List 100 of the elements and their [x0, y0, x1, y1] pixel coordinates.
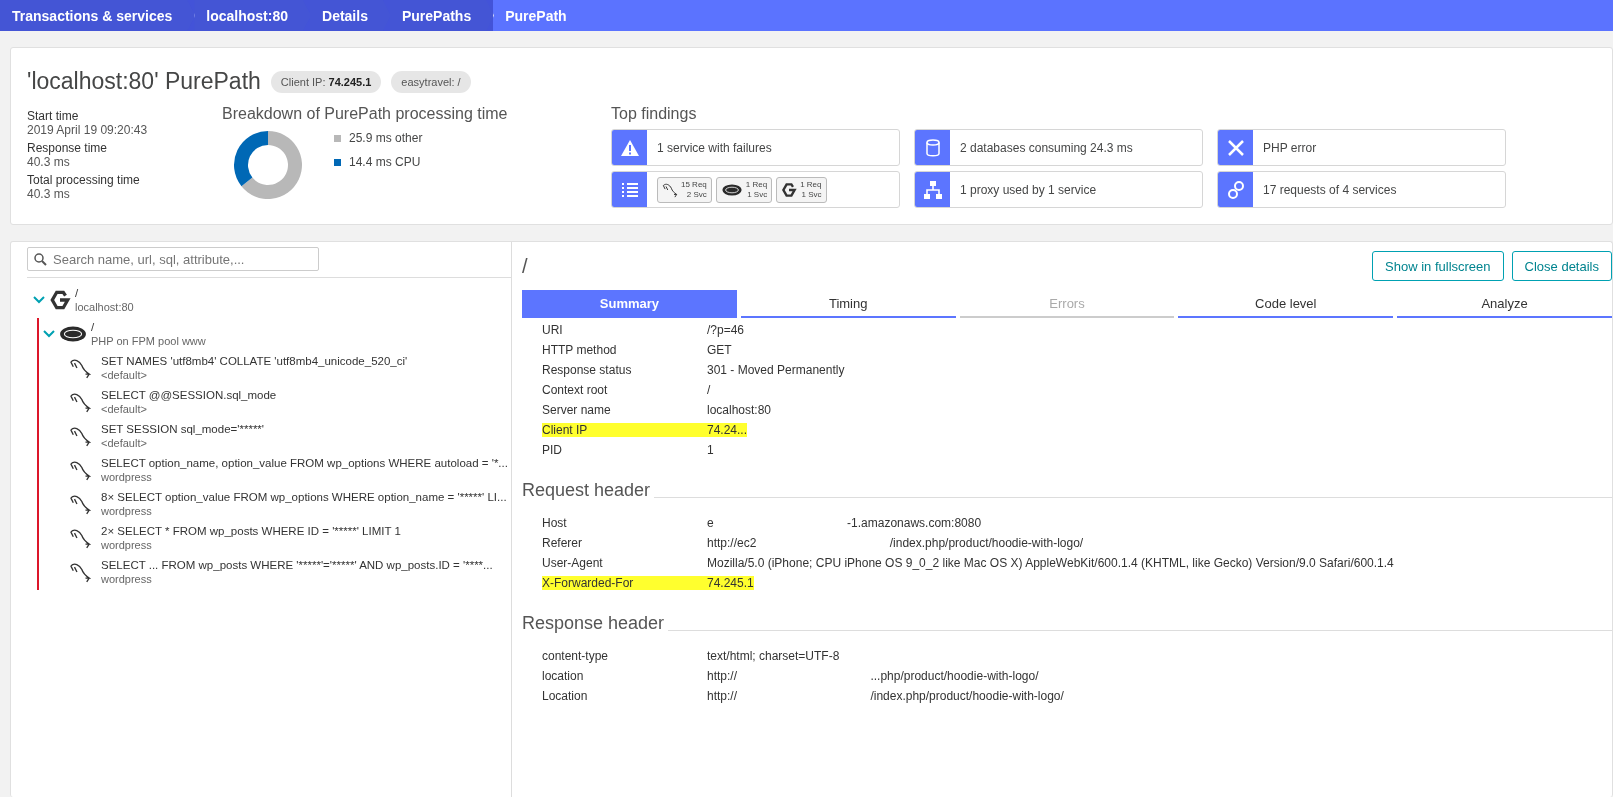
stat-label: Start time	[27, 109, 80, 123]
request-count: 15 Req	[681, 179, 707, 190]
field-value: 1	[707, 443, 714, 457]
dolphin-icon	[662, 181, 678, 198]
legend-swatch	[334, 158, 341, 166]
node-subtitle: <default>	[101, 402, 148, 416]
page-title: 'localhost:80' PurePath	[27, 68, 261, 95]
request-count: 1 Req	[745, 179, 768, 190]
field-label: X-Forwarded-For	[542, 576, 707, 590]
node-subtitle: localhost:80	[75, 300, 134, 314]
search-field[interactable]: Search name, url, sql, attribute,...	[27, 247, 319, 271]
node-title[interactable]: SELECT option_name, option_value FROM wp_options WHERE autoload = '*...	[101, 456, 508, 470]
node-subtitle: wordpress	[101, 504, 153, 518]
node-title[interactable]: 2× SELECT * FROM wp_posts WHERE ID = '*****' LIMIT 1	[101, 524, 401, 538]
node-title[interactable]: SET NAMES 'utf8mb4' COLLATE 'utf8mb4_unicode_520_ci'	[101, 354, 408, 368]
legend-label: 14.4 ms CPU	[349, 155, 421, 169]
chain-link-icon	[1225, 179, 1246, 200]
findings-title: Top findings	[611, 105, 698, 123]
field-value: /?p=46	[707, 323, 745, 337]
tag-chip: Client IP: 74.245.1	[270, 70, 382, 93]
dolphin-icon	[69, 527, 91, 549]
oval-icon	[720, 181, 743, 198]
node-subtitle: <default>	[101, 436, 148, 450]
field-label: Response status	[542, 363, 633, 377]
node-title[interactable]: SELECT @@SESSION.sql_mode	[101, 388, 277, 402]
stat-label: Response time	[27, 141, 109, 155]
node-title[interactable]: /	[75, 286, 134, 300]
dolphin-icon	[69, 391, 91, 413]
service-badge[interactable]: 1 Req 1 Svc	[776, 176, 827, 203]
field-label: Host	[542, 516, 568, 530]
field-value: localhost:80	[707, 403, 772, 417]
node-title[interactable]: /	[91, 320, 206, 334]
tab[interactable]: Analyze	[1397, 290, 1612, 318]
finding-text: 2 databases consuming 24.3 ms	[960, 140, 1133, 155]
breakdown-title: Breakdown of PurePath processing time	[222, 105, 509, 123]
stat-value: 40.3 ms	[27, 187, 71, 201]
field-value: 74.24...	[707, 423, 748, 437]
finding-text: 17 requests of 4 services	[1263, 182, 1397, 197]
section-title: Request header	[522, 480, 651, 501]
section-title: Response header	[522, 613, 665, 634]
service-badge[interactable]: 1 Req 1 Svc	[715, 176, 773, 203]
field-value: GET	[707, 343, 732, 357]
finding-card[interactable]: PHP error	[1217, 129, 1506, 166]
chevron-icon[interactable]	[43, 329, 55, 339]
finding-card[interactable]: 17 requests of 4 services	[1217, 171, 1506, 208]
node-subtitle: wordpress	[101, 538, 153, 552]
finding-card[interactable]: 1 proxy used by 1 service	[914, 171, 1203, 208]
field-value: http:// /index.php/product/hoodie-with-logo/	[707, 689, 1064, 703]
hierarchy-icon	[922, 179, 943, 200]
node-subtitle: wordpress	[101, 470, 153, 484]
legend-swatch	[334, 134, 341, 142]
field-value: http://ec2 /index.php/product/hoodie-with-logo/	[707, 536, 1084, 550]
dolphin-icon	[69, 425, 91, 447]
tab[interactable]: Timing	[740, 290, 956, 318]
dolphin-icon	[69, 357, 91, 379]
field-label: HTTP method	[542, 343, 618, 357]
outline-button[interactable]: Close details	[1511, 251, 1612, 281]
stat-value: 40.3 ms	[27, 155, 71, 169]
dolphin-icon	[69, 493, 91, 515]
dolphin-icon	[69, 561, 91, 583]
outline-button[interactable]: Show in fullscreen	[1372, 251, 1504, 281]
request-count: 1 Req	[800, 179, 822, 190]
finding-text: 1 service with failures	[657, 140, 772, 155]
field-label: content-type	[542, 649, 610, 663]
service-count: 2 Svc	[686, 189, 707, 200]
field-label: Location	[542, 689, 589, 703]
field-value: 301 - Moved Permanently	[707, 363, 845, 377]
stat-value: 2019 April 19 09:20:43	[27, 123, 149, 137]
hexagon-logo-icon	[49, 289, 71, 311]
field-label: URI	[542, 323, 564, 337]
stat-label: Total processing time	[27, 173, 141, 187]
tag-chip: easytravel: /	[391, 70, 471, 93]
field-value: 74.245.1	[707, 576, 754, 590]
field-label: User-Agent	[542, 556, 604, 570]
chevron-icon[interactable]	[33, 295, 45, 305]
node-subtitle: PHP on FPM pool www	[91, 334, 206, 348]
field-value: Mozilla/5.0 (iPhone; CPU iPhone OS 9_0_2 like Mac OS X) AppleWebKit/600.1.4 (KHTML, like Gecko) Version/9.0 Safari/600.1.4	[707, 556, 1394, 570]
node-title[interactable]: 8× SELECT option_value FROM wp_options WHERE option_name = '*****' LI...	[101, 490, 507, 504]
finding-text: PHP error	[1263, 140, 1317, 155]
service-count: 1 Svc	[801, 189, 822, 200]
node-subtitle: <default>	[101, 368, 148, 382]
finding-card[interactable]: 1 service with failures	[611, 129, 900, 166]
dolphin-icon	[69, 459, 91, 481]
hexagon-logo-icon	[781, 181, 798, 198]
node-title[interactable]: SELECT ... FROM wp_posts WHERE '*****'='*****' AND wp_posts.ID = '****...	[101, 558, 493, 572]
field-label: Context root	[542, 383, 609, 397]
tab[interactable]: Summary	[522, 290, 737, 318]
service-badge[interactable]: 15 Req 2 Svc	[657, 176, 712, 203]
service-count: 1 Svc	[747, 189, 768, 200]
field-value: text/html; charset=UTF-8	[707, 649, 840, 663]
legend-label: 25.9 ms other	[349, 131, 423, 145]
field-label: Client IP	[542, 423, 707, 437]
detail-title: /	[522, 254, 528, 278]
field-label: Referer	[542, 536, 583, 550]
tab[interactable]: Code level	[1178, 290, 1394, 318]
finding-card[interactable]: 15 Req 2 Svc 1 Req 1 Svc 1 Req 1 Svc	[611, 171, 900, 208]
node-title[interactable]: SET SESSION sql_mode='*****'	[101, 422, 265, 436]
field-label: PID	[542, 443, 563, 457]
finding-text: 1 proxy used by 1 service	[960, 182, 1097, 197]
finding-card[interactable]: 2 databases consuming 24.3 ms	[914, 129, 1203, 166]
